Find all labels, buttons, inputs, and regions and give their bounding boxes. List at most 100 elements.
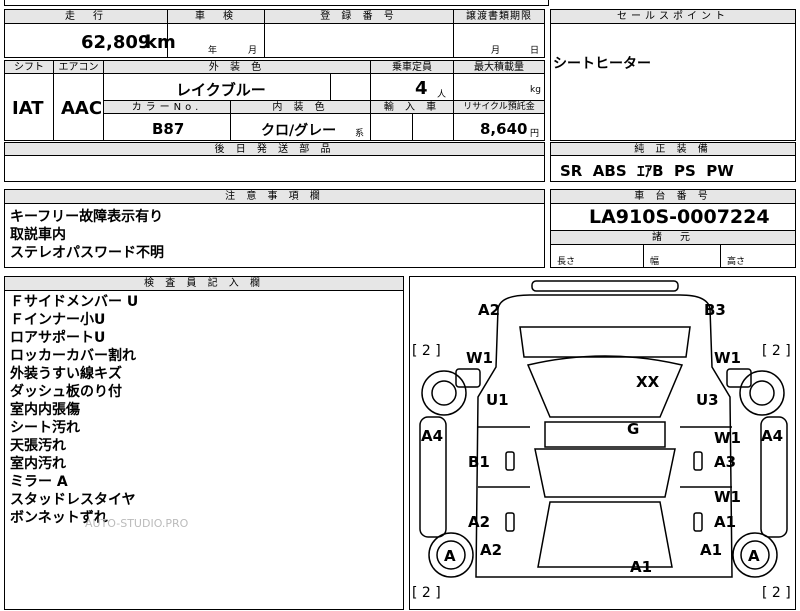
import-cell-b [412, 113, 454, 141]
door-handle [505, 512, 515, 532]
max-load-cell: kg [453, 73, 545, 101]
inspector-line: スタッドレスタイヤ [10, 492, 136, 508]
color-no-cell: B87 [103, 113, 231, 141]
bracket-bottom-right: [ 2 ] [762, 585, 791, 601]
wheel-front-right [739, 370, 785, 416]
mark-a3: A3 [714, 453, 736, 471]
mark-w1-r2: W1 [714, 488, 741, 506]
equipment-header: 純 正 装 備 [550, 142, 796, 156]
recycle-unit: 円 [530, 129, 540, 139]
recycle-cell: 8,640 円 [453, 113, 545, 141]
inspector-cell: Ｆサイドメンバー U Ｆインナー小U ロアサポートU ロッカーカバー割れ 外装う… [4, 290, 404, 610]
mark-a1-center: A1 [630, 558, 652, 576]
car-diagram-frame: A2 B3 W1 W1 XX U1 U3 A4 A4 G W1 B1 A3 W1… [409, 276, 796, 610]
bracket-bottom-left: [ 2 ] [412, 585, 441, 601]
mark-a-left: A [444, 547, 456, 565]
aircon-value: AAC [61, 98, 103, 119]
mark-w1-r1: W1 [714, 429, 741, 447]
notes-cell: キーフリー故障表示有り 取説車内 ステレオパスワード不明 [4, 203, 545, 268]
interior-color-cell: クロ/グレー 系 [230, 113, 371, 141]
shift-value: IAT [12, 98, 44, 119]
transfer-day-label: 日 [530, 46, 540, 56]
sales-point-header: セールスポイント [550, 9, 796, 24]
aircon-cell: AAC [53, 73, 104, 141]
cabin-shape [534, 448, 676, 498]
interior-suffix: 系 [355, 129, 365, 139]
capacity-header: 乗車定員 [370, 60, 454, 74]
mark-g: G [627, 420, 639, 438]
door-handle [693, 512, 703, 532]
mark-a2-left: A2 [468, 513, 490, 531]
dims-height-cell: 高さ [720, 244, 796, 268]
mark-w1-fr: W1 [714, 349, 741, 367]
mileage-cell: 62,809 km [4, 23, 176, 58]
wheel-front-right-hub [749, 380, 775, 406]
inspector-line: ミラー A [10, 474, 68, 490]
exterior-color-cell: レイクブルー [103, 73, 331, 101]
import-header: 輸 入 車 [370, 100, 454, 114]
inspector-header: 検 査 員 記 入 欄 [4, 276, 404, 291]
top-strip [4, 0, 549, 6]
shaken-cell: 年 月 [167, 23, 265, 58]
mark-b1: B1 [468, 453, 490, 471]
wheel-front-left-hub [431, 380, 457, 406]
equipment-cell: SR ABS ｴｱB PS PW [550, 155, 796, 182]
color-no-header: カラーNo. [103, 100, 231, 114]
body-outline [475, 294, 733, 578]
chassis-header: 車 台 番 号 [550, 189, 796, 204]
mirror-right [726, 368, 752, 388]
sales-point-text: シートヒーター [553, 56, 651, 72]
shaken-header: 車 検 [167, 9, 265, 24]
inspector-line: 天張汚れ [10, 438, 66, 454]
inspector-line: シート汚れ [10, 420, 80, 436]
dims-length-label: 長さ [557, 257, 576, 267]
mark-a4-right: A4 [761, 427, 783, 445]
registration-cell [264, 23, 454, 58]
transfer-month-label: 月 [491, 46, 501, 56]
max-load-unit: kg [530, 85, 541, 95]
mark-a-right: A [748, 547, 760, 565]
inspector-line: 室内内張傷 [10, 402, 80, 418]
note-line: キーフリー故障表示有り [10, 209, 164, 225]
exterior-color-extra [330, 73, 371, 101]
color-no-value: B87 [152, 120, 185, 138]
capacity-unit: 人 [437, 90, 447, 100]
dims-width-label: 幅 [650, 257, 660, 267]
later-parts-cell [4, 155, 545, 182]
inspector-line: ダッシュ板のり付 [10, 384, 122, 400]
equipment-items: SR ABS ｴｱB PS PW [560, 162, 734, 180]
shift-header: シフト [4, 60, 54, 74]
inspector-line: 外装うすい線キズ [10, 366, 122, 382]
bracket-top-right: [ 2 ] [762, 343, 791, 359]
mark-a1-right: A1 [714, 513, 736, 531]
sales-point-cell: シートヒーター [550, 23, 796, 141]
car-diagram: A2 B3 W1 W1 XX U1 U3 A4 A4 G W1 B1 A3 W1… [412, 280, 791, 601]
door-handle [693, 451, 703, 471]
notes-header: 注 意 事 項 欄 [4, 189, 545, 204]
mark-u3: U3 [696, 391, 719, 409]
inspector-line: ロアサポートU [10, 330, 106, 346]
transfer-cell: 月 日 [453, 23, 545, 58]
chassis-number: LA910S-0007224 [589, 206, 770, 228]
mark-u1: U1 [486, 391, 509, 409]
inspector-line: Ｆインナー小U [10, 312, 106, 328]
door-handle [505, 451, 515, 471]
mark-a2-lower: A2 [480, 541, 502, 559]
max-load-header: 最大積載量 [453, 60, 545, 74]
dims-width-cell: 幅 [643, 244, 721, 268]
hood-shape [519, 326, 691, 358]
shaken-year-label: 年 [208, 46, 218, 56]
mark-w1-fl: W1 [466, 349, 493, 367]
transfer-header: 譲渡書類期限 [453, 9, 545, 24]
capacity-value: 4 [415, 78, 428, 99]
recycle-header: リサイクル預託金 [453, 100, 545, 114]
roof-shape [544, 421, 666, 448]
interior-color-value: クロ/グレー [261, 123, 337, 139]
inspector-line: ロッカーカバー割れ [10, 348, 136, 364]
dims-height-label: 高さ [727, 257, 746, 267]
mileage-header: 走 行 [4, 9, 168, 24]
later-parts-header: 後 日 発 送 部 品 [4, 142, 545, 156]
mark-a1-lower-right: A1 [700, 541, 722, 559]
watermark: AUTO-STUDIO.PRO [85, 517, 189, 530]
capacity-cell: 4 人 [370, 73, 454, 101]
